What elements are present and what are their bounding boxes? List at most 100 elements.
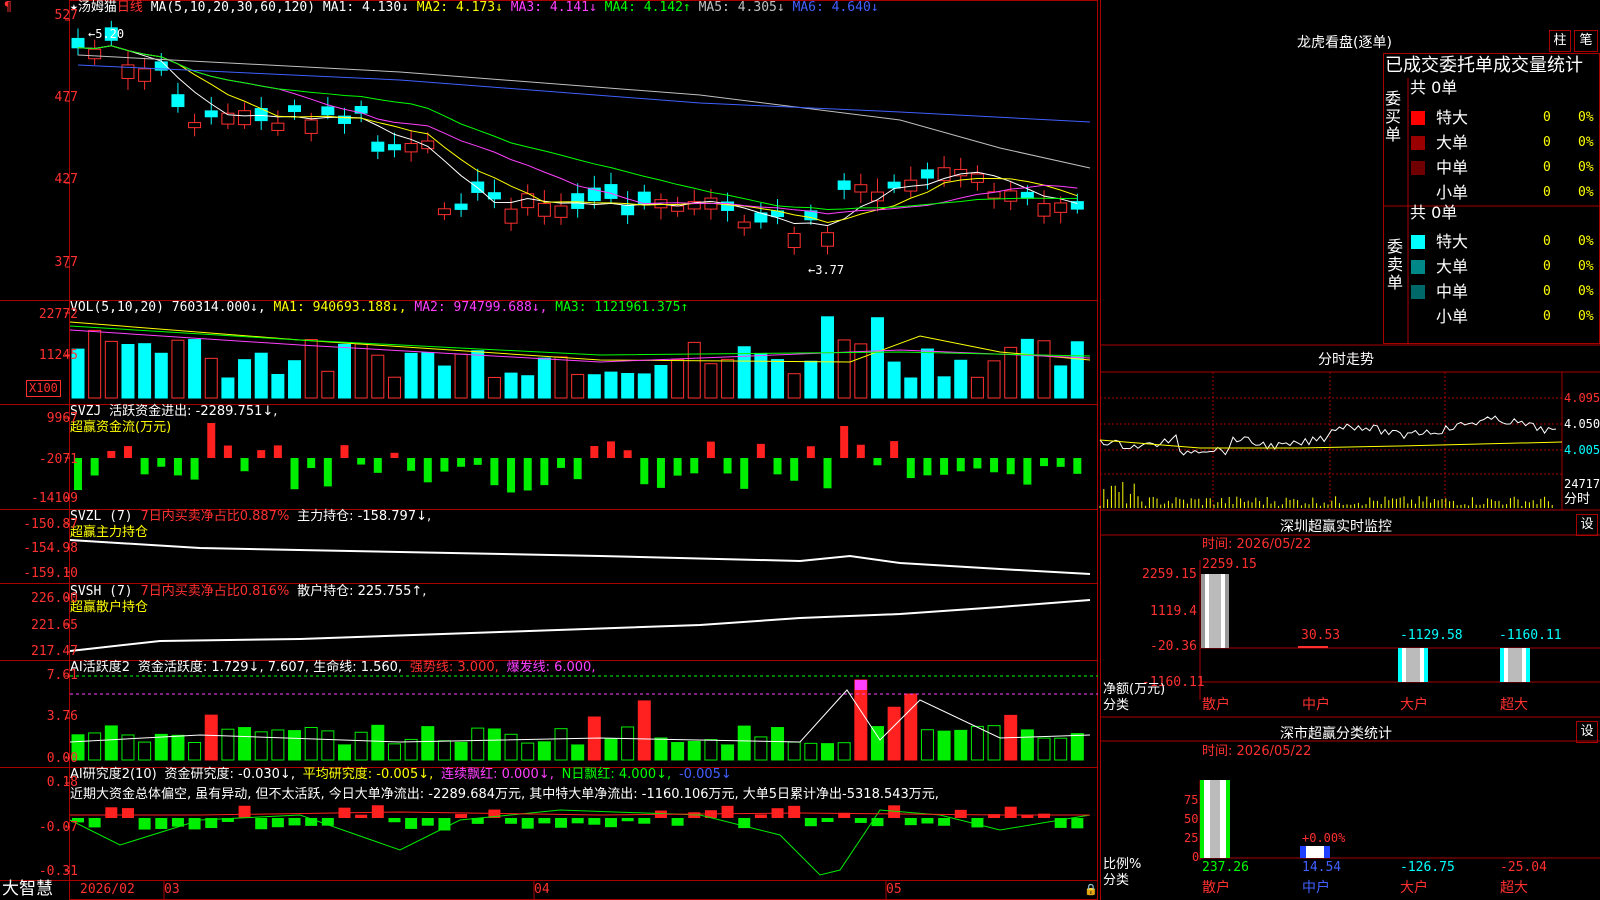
candlestick-series [71,20,1084,255]
svzj-y-label: -2071 [38,452,78,467]
svzj-bar [440,458,449,472]
svzj-bar [923,458,932,476]
fenshi-price-label: 4.050 [1564,417,1600,431]
volume-bar [471,350,485,399]
candle-body [737,221,751,229]
ai2-bar [971,818,984,828]
svzj-bar [473,458,482,465]
stock-name[interactable]: 汤姆猫 [78,0,117,15]
volume-bar [537,357,551,399]
volume-bar [504,372,518,399]
ai2-bar [721,805,734,818]
order-pct: 0% [1578,185,1594,200]
volume-bar [487,376,501,399]
volume-bar [304,339,318,399]
svzj-bar [457,458,466,467]
lock-icon[interactable]: 🔒 [1084,882,1098,898]
ai1-bar [920,729,934,761]
candle-body [1020,191,1034,199]
low-marker: ←3.77 [808,263,845,277]
monitor-y-label: 2259.15 [1142,567,1197,582]
ai2-bar [538,818,551,824]
ai2-bar [738,818,751,829]
svzj-bar [756,443,765,458]
volume-bar [1037,340,1051,399]
stock-icon[interactable]: ¶ [4,0,12,16]
volume-bar [554,356,568,399]
monitor-bar-edge [1225,574,1229,648]
ai1-bar [987,725,1001,761]
ma-value: MA2: 4.173↓ [408,0,503,15]
period-label[interactable]: 日线 [117,0,143,15]
ai1-bar [671,742,685,761]
ai1-bar [404,738,418,761]
ai2-bar [788,805,801,818]
volume-bar [870,317,884,399]
volume-bar [321,370,335,399]
candle-body [621,204,635,216]
order-type-label: 中单 [1436,158,1469,177]
chart-area[interactable] [0,0,1100,900]
ai1-bar [254,731,268,761]
ai1-bar [288,730,302,761]
volume-bar [687,341,701,399]
ai2-bar [938,818,951,826]
svzj-bar [423,458,432,483]
fenshi-price-line [1099,415,1557,456]
vol-unit-button[interactable]: X100 [26,380,61,397]
ai2-bar [671,818,684,826]
fenshi-title: 分时走势 [1318,352,1374,368]
bar-mode-button[interactable]: 柱 [1549,30,1571,52]
ai1-bar [1037,737,1051,761]
volume-bar [987,360,1001,399]
ai1-bar [154,733,168,761]
volume-bar [1054,365,1068,399]
ai1-bar [1054,737,1068,761]
candle-body [837,180,851,190]
monitor-bar-edge [1201,574,1205,648]
volume-bar [254,352,268,399]
candle-body [821,232,835,247]
order-type-label: 大单 [1436,133,1469,152]
vol-ma2-line [69,329,1091,363]
stats-settings-button[interactable]: 设 [1576,721,1598,743]
ma-params: MA(5,10,20,30,60,120) [150,0,316,15]
ai1-bar [754,736,768,761]
volume-bar [654,365,668,399]
svzj-bar [340,445,349,458]
svzj-bar [840,426,849,458]
monitor-title: 深圳超赢实时监控 [1280,519,1392,535]
volume-bar [121,343,135,399]
svzj-series [74,423,1082,493]
candle-body [404,143,418,153]
monitor-category: 中户 [1302,697,1330,713]
order-pct: 0% [1578,309,1594,324]
candle-body [1037,203,1051,217]
tick-mode-button[interactable]: 笔 [1574,30,1598,52]
ma-values: MA1: 4.130↓ MA2: 4.173↓ MA3: 4.141↓ MA4:… [323,0,879,15]
candle-body [854,184,868,193]
order-type-label: 特大 [1436,232,1469,251]
volume-bar [1070,341,1084,399]
main-y-label: 427 [54,172,78,187]
volume-bar [937,376,951,399]
svzj-bar [706,441,715,458]
stats-y-label: 0 [1192,850,1200,864]
ai1-bar [138,741,152,761]
candle-body [537,202,551,217]
svzj-header: SVZJ 活跃资金进出: -2289.751↓, [70,404,278,419]
svzj-bar [323,458,332,487]
ai1-bar [521,742,535,761]
brand-logo[interactable]: 大智慧 [2,879,53,899]
volume-bar [821,316,835,399]
order-color-swatch [1411,235,1425,249]
ai1-bar [304,727,318,761]
order-color-swatch [1411,136,1425,150]
monitor-settings-button[interactable]: 设 [1576,514,1598,536]
svzl-y-label: -150.87 [23,517,78,532]
ai1-bar [571,744,585,761]
svzj-bar [956,458,965,472]
ai2-bar [555,818,568,828]
candle-body [304,119,318,134]
order-type-label: 特大 [1436,108,1469,127]
